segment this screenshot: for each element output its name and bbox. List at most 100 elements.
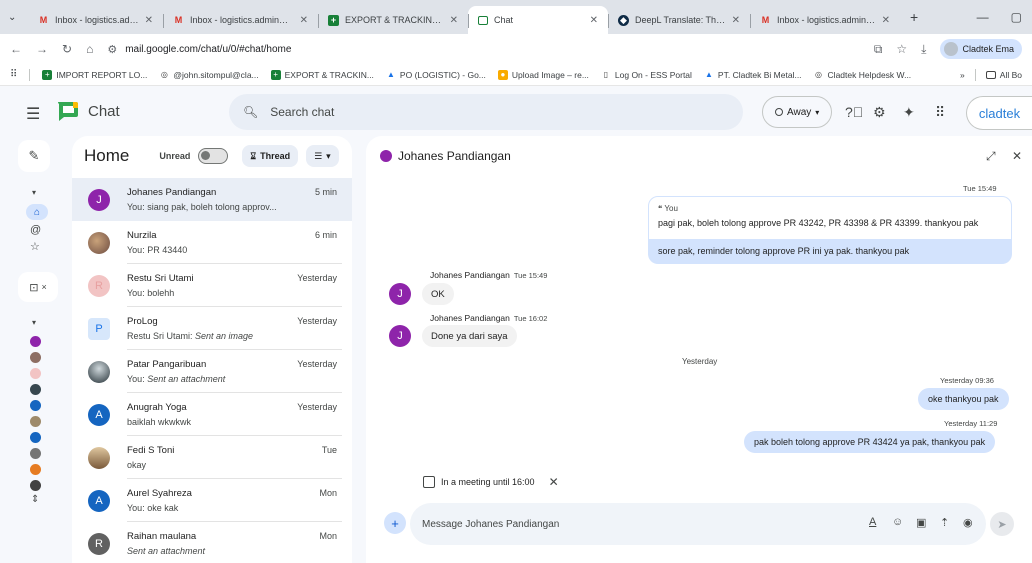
list-item[interactable]: R Raihan maulana Mon Sent an attachment (72, 522, 352, 563)
record-video-icon[interactable]: ◉ (963, 516, 973, 529)
bookmark-upload-image[interactable]: ● Upload Image – re... (497, 69, 589, 80)
collapse-chevron-icon[interactable]: ▾ (32, 188, 36, 197)
my-message-bubble[interactable]: pak boleh tolong approve PR 43424 ya pak… (744, 431, 996, 453)
list-item[interactable]: Nurzila 6 min You: PR 43440 (72, 221, 352, 264)
avatar: J (389, 325, 411, 347)
url-field[interactable]: ⚙ mail.google.com/chat/u/0/#chat/home (107, 38, 860, 60)
list-item[interactable]: J Johanes Pandiangan 5 min You: siang pak… (72, 178, 352, 221)
dm-avatar[interactable] (30, 432, 41, 443)
drive-icon: ▲ (704, 70, 713, 79)
format-text-icon[interactable]: A (869, 516, 876, 528)
dm-avatar[interactable] (30, 384, 41, 395)
browser-tab-deepl[interactable]: ◆ DeepL Translate: The world ✕ (608, 6, 750, 34)
all-bookmarks-folder[interactable]: All Bo (985, 70, 1022, 80)
dm-avatar[interactable] (30, 448, 41, 459)
emoji-icon[interactable]: ☺ (892, 516, 903, 528)
gear-icon[interactable]: ⚙ (873, 104, 886, 121)
bookmark-john[interactable]: ◎ @john.sitompul@cla... (159, 70, 259, 80)
bookmark-cladtek-bimetal[interactable]: ▲ PT. Cladtek Bi Metal... (704, 70, 802, 80)
home-icon[interactable]: ⌂ (26, 204, 48, 220)
dismiss-status-icon[interactable]: ✕ (549, 475, 559, 489)
add-attachment-button[interactable]: + (384, 512, 406, 534)
restore-icon[interactable]: ▢ (1011, 10, 1022, 24)
list-item[interactable]: A Anugrah Yoga Yesterday baiklah wkwkwk (72, 393, 352, 436)
browser-tab-sheets[interactable]: + EXPORT & TRACKING REF ✕ (318, 6, 468, 34)
open-in-window-icon[interactable]: ⤢ (986, 149, 996, 164)
list-item[interactable]: R Restu Sri Utami Yesterday You: bolehh (72, 264, 352, 307)
more-bookmarks-icon[interactable]: » (960, 70, 965, 80)
site-settings-icon[interactable]: ⚙ (107, 43, 117, 56)
browser-tab-gmail-1[interactable]: M Inbox - logistics.admin@cl ✕ (28, 6, 163, 34)
their-message-bubble[interactable]: Done ya dari saya (422, 325, 517, 347)
home-icon[interactable]: ⌂ (86, 42, 93, 56)
gif-sticker-icon[interactable]: ▣ (916, 516, 926, 529)
my-message-bubble[interactable]: oke thankyou pak (918, 388, 1009, 410)
bookmark-import-report[interactable]: + IMPORT REPORT LO... (42, 69, 147, 80)
expand-updown-icon[interactable]: ⇕ (31, 494, 39, 505)
browser-tab-gmail-3[interactable]: M Inbox - logistics.admin@cl ✕ (750, 6, 900, 34)
send-button[interactable]: ➤ (990, 512, 1014, 536)
help-icon[interactable]: ?⃝ (845, 104, 863, 120)
bookmark-po-logistic[interactable]: ▲ PO (LOGISTIC) - Go... (386, 70, 486, 80)
thread-filter-button[interactable]: ⌛︎ Thread (242, 145, 299, 167)
list-item[interactable]: A Aurel Syahreza Mon You: oke kak (72, 479, 352, 522)
close-tab-icon[interactable]: ✕ (300, 15, 308, 26)
list-item[interactable]: P ProLog Yesterday Restu Sri Utami: Sent … (72, 307, 352, 350)
avatar (88, 231, 110, 254)
starred-icon[interactable]: ☆ (30, 240, 40, 253)
conversation-header: Johanes Pandiangan ⤢ ✕ (366, 136, 1032, 176)
list-item[interactable]: Patar Pangaribuan Yesterday You: Sent an … (72, 350, 352, 393)
close-tab-icon[interactable]: ✕ (732, 15, 740, 26)
main-menu-icon[interactable]: ☰ (26, 104, 40, 124)
dm-avatar[interactable] (30, 416, 41, 427)
folder-icon (985, 70, 996, 79)
search-input[interactable]: 🔍︎ Search chat (229, 94, 743, 130)
unread-label: Unread (159, 151, 191, 161)
avatar: R (88, 274, 110, 297)
image-upload-icon: ● (497, 69, 508, 80)
account-brand-logo[interactable]: cladtek (966, 96, 1032, 130)
collapse-chevron-icon[interactable]: ▾ (32, 318, 36, 327)
browser-tab-chat[interactable]: Chat ✕ (468, 6, 608, 34)
minimize-icon[interactable]: — (977, 10, 989, 24)
new-chat-button[interactable]: ✎ (18, 140, 50, 172)
close-tab-icon[interactable]: ✕ (450, 15, 458, 26)
dm-avatar[interactable] (30, 480, 41, 491)
reload-icon[interactable]: ↻ (62, 42, 72, 56)
my-message-bubble[interactable]: sore pak, reminder tolong approve PR ini… (648, 240, 1012, 264)
gemini-sparkle-icon[interactable]: ✦ (903, 104, 915, 121)
close-icon[interactable]: ✕ (1012, 149, 1022, 163)
bookmark-helpdesk[interactable]: ◎ Cladtek Helpdesk W... (814, 70, 911, 80)
dm-avatar[interactable] (30, 368, 41, 379)
browser-tab-gmail-2[interactable]: M Inbox - logistics.admin@cl ✕ (163, 6, 318, 34)
close-tab-icon[interactable]: ✕ (882, 15, 890, 26)
bookmark-star-icon[interactable]: ☆ (896, 42, 907, 56)
dm-avatar[interactable] (30, 400, 41, 411)
tab-search-chevron-icon[interactable]: ⌄ (8, 12, 28, 23)
bookmark-ess-portal[interactable]: ▯ Log On - ESS Portal (601, 70, 692, 80)
profile-chip[interactable]: Cladtek Ema (940, 39, 1022, 59)
upload-icon[interactable]: ⇡ (940, 516, 949, 529)
close-tab-icon[interactable]: ✕ (590, 15, 598, 26)
conversation-list: Home Unread ⌛︎ Thread ☰ ▾ J Johanes Pand… (72, 136, 352, 563)
list-options-button[interactable]: ☰ ▾ (306, 145, 339, 167)
bookmark-export-tracking[interactable]: + EXPORT & TRACKIN... (270, 69, 374, 80)
quoted-message[interactable]: ❝ You pagi pak, boleh tolong approve PR … (648, 196, 1012, 240)
mentions-icon[interactable]: @ (30, 224, 41, 236)
dm-avatar[interactable] (30, 352, 41, 363)
unread-toggle[interactable] (198, 148, 229, 164)
apps-grid-icon[interactable]: ⠿ (935, 104, 945, 121)
status-dropdown[interactable]: Away ▾ (762, 96, 833, 128)
close-tab-icon[interactable]: ✕ (145, 15, 153, 26)
spaces-shortcut[interactable]: ⊡ × (18, 272, 58, 302)
dm-avatar[interactable] (30, 464, 41, 475)
download-icon[interactable]: ⤓ (921, 42, 926, 57)
their-message-bubble[interactable]: OK (422, 283, 454, 305)
back-icon[interactable]: ← (10, 42, 22, 56)
new-tab-icon[interactable]: + (900, 9, 928, 25)
forward-icon[interactable]: → (36, 42, 48, 56)
dm-avatar[interactable] (30, 336, 41, 347)
apps-grid-icon[interactable]: ⠿ (10, 69, 17, 80)
translate-icon[interactable]: ⧉ (874, 42, 883, 57)
list-item[interactable]: Fedi S Toni Tue okay (72, 436, 352, 479)
